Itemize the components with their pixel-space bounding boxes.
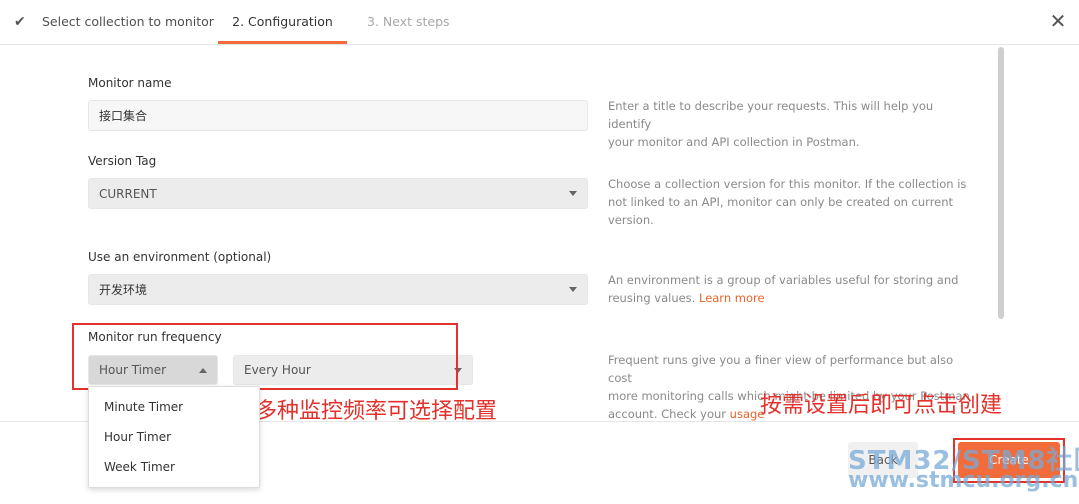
close-icon[interactable]: ✕	[1046, 8, 1070, 34]
help-line: Enter a title to describe your requests.…	[608, 99, 934, 131]
monitor-name-help: Enter a title to describe your requests.…	[608, 97, 978, 151]
learn-more-link[interactable]: Learn more	[699, 291, 765, 305]
help-line: your monitor and API collection in Postm…	[608, 135, 860, 149]
version-tag-label: Version Tag	[88, 154, 157, 168]
help-text: account. Check your	[608, 407, 727, 421]
frequency-highlight-box	[72, 323, 458, 390]
monitor-name-input[interactable]: 接口集合	[88, 100, 588, 131]
menu-item-minute-timer[interactable]: Minute Timer	[104, 400, 183, 414]
help-line: not linked to an API, monitor can only b…	[608, 195, 954, 209]
version-tag-select[interactable]: CURRENT	[88, 178, 588, 209]
step-next-steps: 3. Next steps	[367, 14, 450, 29]
help-line: version.	[608, 213, 654, 227]
timer-dropdown-menu: Minute Timer Hour Timer Week Timer	[88, 386, 260, 488]
step-label: Select collection to monitor	[42, 14, 214, 29]
step-configuration[interactable]: 2. Configuration	[218, 0, 347, 44]
help-text: reusing values.	[608, 291, 696, 305]
watermark-line2: www.stmcu.org.cn	[848, 468, 1079, 493]
help-line: Frequent runs give you a finer view of p…	[608, 353, 954, 385]
scrollbar-thumb[interactable]	[998, 47, 1004, 319]
check-icon: ✔	[14, 14, 26, 30]
menu-item-week-timer[interactable]: Week Timer	[104, 460, 175, 474]
version-tag-value: CURRENT	[99, 186, 157, 201]
environment-label: Use an environment (optional)	[88, 250, 272, 264]
chevron-down-icon	[569, 191, 577, 196]
monitor-name-value: 接口集合	[99, 109, 148, 123]
environment-help: An environment is a group of variables u…	[608, 271, 978, 307]
annotation-right: 按需设置后即可点击创建	[760, 393, 1003, 418]
help-line: reusing values. Learn more	[608, 289, 978, 307]
chevron-down-icon	[569, 287, 577, 292]
version-tag-help: Choose a collection version for this mon…	[608, 175, 978, 229]
environment-value: 开发环境	[99, 283, 148, 297]
help-line: An environment is a group of variables u…	[608, 273, 959, 287]
help-line: Choose a collection version for this mon…	[608, 177, 967, 191]
menu-item-hour-timer[interactable]: Hour Timer	[104, 430, 171, 444]
monitor-name-label: Monitor name	[88, 76, 172, 90]
step-select-collection[interactable]: ✔ Select collection to monitor	[14, 0, 214, 44]
environment-select[interactable]: 开发环境	[88, 274, 588, 305]
